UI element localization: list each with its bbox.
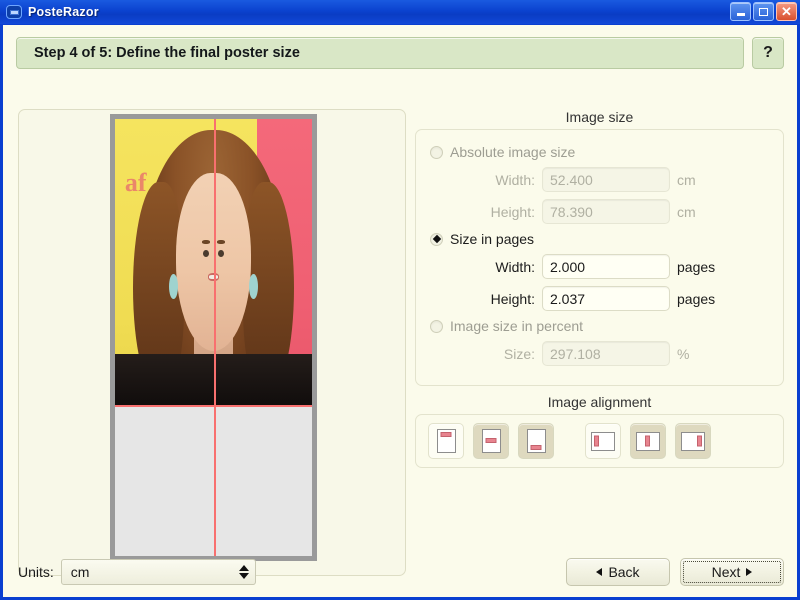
minimize-button[interactable] xyxy=(730,2,751,21)
pages-width-unit: pages xyxy=(677,258,716,275)
image-alignment-group-box xyxy=(415,414,784,468)
pages-height-label: Height: xyxy=(490,290,535,307)
back-button[interactable]: Back xyxy=(566,558,670,586)
align-top-button[interactable] xyxy=(428,423,464,459)
align-right-button[interactable] xyxy=(675,423,711,459)
photo-earring-right xyxy=(248,273,258,300)
photo-brow-left xyxy=(201,239,210,244)
absolute-height-row: Height: 78.390 cm xyxy=(430,199,769,224)
step-header-row: Step 4 of 5: Define the final poster siz… xyxy=(16,37,784,69)
photo-eye-right xyxy=(218,249,224,257)
absolute-width-unit: cm xyxy=(677,171,696,188)
units-label: Units: xyxy=(18,564,54,580)
units-select[interactable]: cm xyxy=(60,559,256,585)
arrow-left-icon xyxy=(596,568,603,576)
pages-height-unit: pages xyxy=(677,290,716,307)
image-alignment-group: Image alignment xyxy=(415,394,784,468)
image-size-group-box: Absolute image size Width: 52.400 cm Hei… xyxy=(415,129,784,386)
percent-size-input[interactable]: 297.108 xyxy=(542,341,670,366)
align-top-icon xyxy=(436,429,456,453)
poster-canvas[interactable]: af xyxy=(115,119,312,556)
radio-icon-percent[interactable] xyxy=(430,319,443,333)
units-control: Units: cm xyxy=(18,559,256,585)
navigation-buttons: Back Next xyxy=(566,558,784,586)
client-area: Step 4 of 5: Define the final poster siz… xyxy=(3,25,797,597)
radio-icon-absolute[interactable] xyxy=(430,145,443,159)
absolute-width-row: Width: 52.400 cm xyxy=(430,167,769,192)
footer-bar: Units: cm Back Next xyxy=(3,558,797,591)
absolute-height-label: Height: xyxy=(490,203,535,220)
page-guide-horizontal xyxy=(115,405,312,408)
next-button-label: Next xyxy=(711,564,741,580)
radio-image-size-percent[interactable]: Image size in percent xyxy=(430,318,769,334)
close-icon: ✕ xyxy=(781,4,792,19)
percent-size-row: Size: 297.108 % xyxy=(430,341,769,366)
align-bottom-button[interactable] xyxy=(518,423,554,459)
arrow-right-icon xyxy=(746,568,753,576)
radio-label-percent: Image size in percent xyxy=(450,318,584,334)
next-button[interactable]: Next xyxy=(680,558,784,586)
maximize-icon xyxy=(759,7,768,16)
image-alignment-group-title: Image alignment xyxy=(547,394,652,410)
align-left-button[interactable] xyxy=(585,423,621,459)
align-center-icon xyxy=(636,431,660,451)
align-middle-icon xyxy=(481,429,501,453)
maximize-button[interactable] xyxy=(753,2,774,21)
preview-panel: af xyxy=(18,109,406,576)
poster-frame[interactable]: af xyxy=(110,114,317,561)
back-button-label: Back xyxy=(608,564,640,580)
pages-width-input[interactable]: 2.000 xyxy=(542,254,670,279)
align-middle-button[interactable] xyxy=(473,423,509,459)
align-center-button[interactable] xyxy=(630,423,666,459)
absolute-height-input[interactable]: 78.390 xyxy=(542,199,670,224)
settings-column: Image size Absolute image size Width: 52… xyxy=(415,109,784,476)
close-button[interactable]: ✕ xyxy=(776,2,797,21)
percent-size-label: Size: xyxy=(503,345,535,362)
image-size-group: Image size Absolute image size Width: 52… xyxy=(415,109,784,386)
radio-size-in-pages[interactable]: Size in pages xyxy=(430,231,769,247)
align-right-icon xyxy=(681,431,705,451)
photo-brow-right xyxy=(217,239,226,244)
app-icon xyxy=(6,5,22,19)
pages-width-label: Width: xyxy=(495,258,535,275)
radio-label-absolute: Absolute image size xyxy=(450,144,576,160)
pages-height-input[interactable]: 2.037 xyxy=(542,286,670,311)
photo-earring-left xyxy=(169,273,179,300)
page-guide-vertical xyxy=(213,119,216,556)
pages-height-row: Height: 2.037 pages xyxy=(430,286,769,311)
units-value: cm xyxy=(70,564,90,580)
chevron-updown-icon[interactable] xyxy=(238,565,249,579)
step-title: Step 4 of 5: Define the final poster siz… xyxy=(16,37,744,69)
radio-icon-pages[interactable] xyxy=(430,232,443,246)
photo-backdrop-text: af xyxy=(124,167,147,197)
absolute-width-label: Width: xyxy=(495,171,535,188)
radio-label-pages: Size in pages xyxy=(450,231,535,247)
percent-size-unit: % xyxy=(677,345,690,362)
title-bar: PosteRazor ✕ xyxy=(0,0,800,24)
radio-absolute-image-size[interactable]: Absolute image size xyxy=(430,144,769,160)
minimize-icon xyxy=(736,13,745,16)
window-controls: ✕ xyxy=(730,2,797,21)
align-bottom-icon xyxy=(526,429,546,453)
pages-width-row: Width: 2.000 pages xyxy=(430,254,769,279)
window-title: PosteRazor xyxy=(28,5,99,19)
application-window: PosteRazor ✕ Step 4 of 5: Define the fin… xyxy=(0,0,800,600)
absolute-width-input[interactable]: 52.400 xyxy=(542,167,670,192)
image-size-group-title: Image size xyxy=(565,109,634,125)
align-left-icon xyxy=(591,431,615,451)
photo-eye-left xyxy=(203,249,209,257)
help-button[interactable]: ? xyxy=(752,37,784,69)
absolute-height-unit: cm xyxy=(677,203,696,220)
